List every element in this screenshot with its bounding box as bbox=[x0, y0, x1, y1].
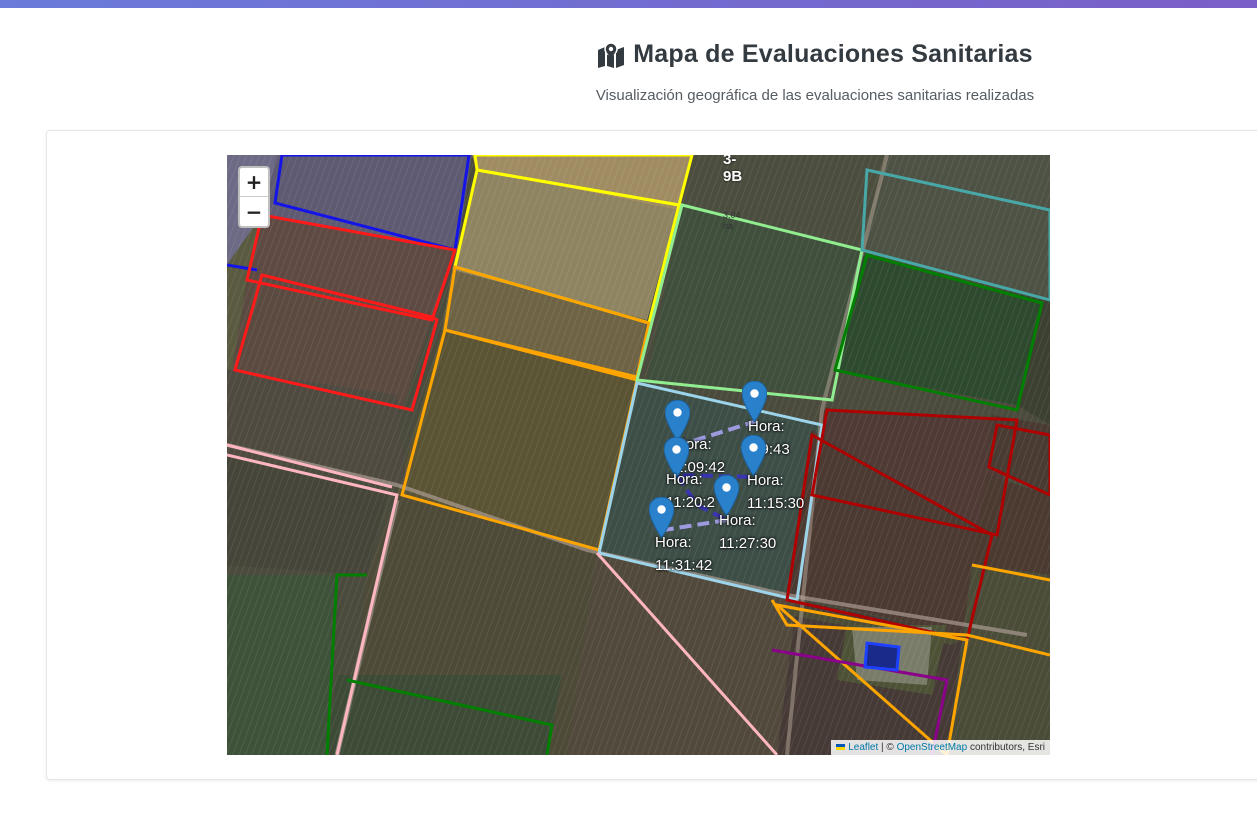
map-marked-icon bbox=[598, 41, 625, 68]
marker-hora-text: Hora: bbox=[666, 471, 703, 488]
page-title: Mapa de Evaluaciones Sanitarias bbox=[597, 40, 1033, 69]
page-title-text: Mapa de Evaluaciones Sanitarias bbox=[633, 40, 1033, 68]
leaflet-link[interactable]: Leaflet bbox=[848, 742, 878, 753]
parcel-area-line1: 3.04 bbox=[723, 210, 741, 220]
satellite-base-layer bbox=[227, 155, 1050, 755]
parcel-name-line1: 3- bbox=[723, 155, 737, 168]
zoom-control: + − bbox=[238, 166, 270, 228]
marker-time-label: Hora: 11:27:30 bbox=[719, 509, 776, 555]
parcel-label: 3- 9B bbox=[723, 155, 742, 185]
zoom-in-button[interactable]: + bbox=[240, 168, 268, 197]
page-header: Mapa de Evaluaciones Sanitarias Visualiz… bbox=[380, 40, 1250, 104]
top-accent-bar bbox=[0, 0, 1257, 8]
marker-hora-text: Hora: bbox=[747, 472, 784, 489]
marker-time-text: 11:31:42 bbox=[655, 557, 713, 574]
ukraine-flag-icon bbox=[836, 744, 846, 751]
openstreetmap-link[interactable]: OpenStreetMap bbox=[897, 742, 968, 753]
zoom-out-button[interactable]: − bbox=[240, 197, 268, 226]
map-view[interactable]: 3- 9B 3.04 ha Hora::59:43 Hora: 1:09:42 Hor… bbox=[227, 155, 1050, 755]
marker-hora-text: Hora: bbox=[719, 512, 756, 529]
page-subtitle: Visualización geográfica de las evaluaci… bbox=[595, 86, 1035, 104]
parcel-area-label: 3.04 ha bbox=[723, 210, 741, 232]
parcel-name-line2: 9B bbox=[723, 168, 743, 185]
marker-hora-text: Hora: bbox=[655, 534, 692, 551]
marker-time-text: 11:27:30 bbox=[719, 535, 777, 552]
attribution-separator: | © bbox=[878, 742, 897, 753]
attribution-contributors: contributors, Esri bbox=[967, 742, 1045, 753]
map-attribution: Leaflet | © OpenStreetMap contributors, … bbox=[831, 740, 1050, 755]
parcel-area-line2: ha bbox=[723, 221, 734, 231]
marker-time-label: Hora: 11:31:42 bbox=[655, 531, 712, 577]
